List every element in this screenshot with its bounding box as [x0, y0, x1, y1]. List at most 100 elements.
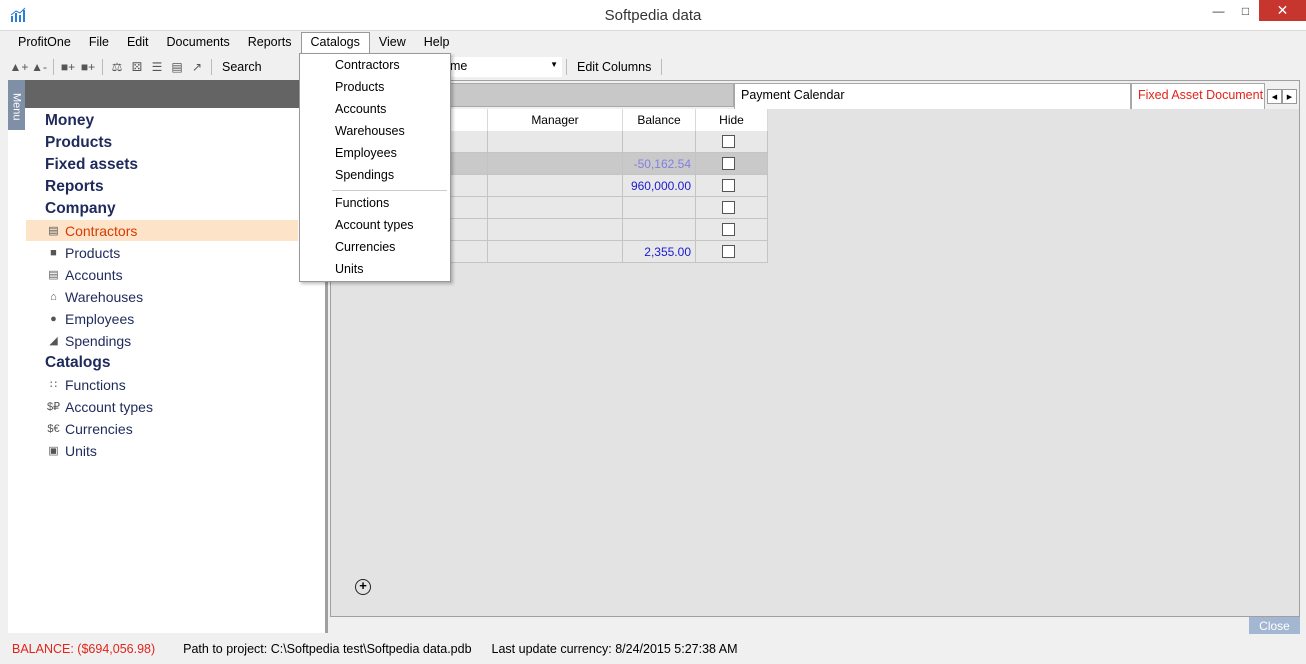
cell-hide [696, 153, 768, 175]
toolbar: ▲+ ▲- ■+ ■+ ⚖ ⚄ ☰ ▤ ↗ Search me ▼ Edit C… [9, 56, 1299, 78]
menu-bar: ProfitOne File Edit Documents Reports Ca… [9, 32, 458, 54]
dropdown-item-accounts[interactable]: Accounts [335, 102, 386, 116]
minimize-icon[interactable]: — [1205, 0, 1232, 21]
menu-catalogs[interactable]: Catalogs [300, 32, 370, 54]
dropdown-item-products[interactable]: Products [335, 80, 384, 94]
sidebar-item-warehouses[interactable]: ⌂ Warehouses [26, 286, 298, 307]
hide-checkbox[interactable] [722, 245, 735, 258]
add-group-icon[interactable]: ■+ [58, 58, 78, 76]
add-subgroup-icon[interactable]: ■+ [78, 58, 98, 76]
nav-group-company[interactable]: Company [45, 200, 116, 218]
dropdown-item-units[interactable]: Units [335, 262, 363, 276]
edit-columns-group: Edit Columns [562, 56, 666, 78]
tab-scroll-right-icon[interactable]: ▶ [1282, 89, 1297, 104]
sidebar-menu-tab[interactable]: Menu [8, 80, 25, 130]
spendings-icon: ◢ [49, 335, 58, 347]
sidebar-item-account-types[interactable]: $₽ Account types [26, 396, 298, 417]
status-last-update: Last update currency: 8/24/2015 5:27:38 … [491, 642, 738, 656]
hide-checkbox[interactable] [722, 157, 735, 170]
cell-manager [488, 175, 623, 197]
sidebar-item-accounts[interactable]: ▤ Accounts [26, 264, 298, 285]
sidebar-item-label: Contractors [65, 222, 138, 239]
menu-help[interactable]: Help [415, 32, 459, 54]
dice-icon[interactable]: ⚄ [127, 58, 147, 76]
menu-documents[interactable]: Documents [158, 32, 239, 54]
add-circle-icon[interactable]: + [355, 579, 371, 595]
window-title: Softpedia data [604, 7, 702, 24]
sidebar-item-spendings[interactable]: ◢ Spendings [26, 330, 298, 351]
contractors-icon: ▤ [48, 225, 59, 237]
nav-group-money[interactable]: Money [45, 112, 94, 130]
cell-manager [488, 241, 623, 263]
add-item-icon[interactable]: ▲+ [9, 58, 29, 76]
dropdown-item-account-types[interactable]: Account types [335, 218, 414, 232]
sidebar-item-products[interactable]: ■ Products [26, 242, 298, 263]
maximize-icon[interactable]: □ [1232, 0, 1259, 21]
cell-hide [696, 131, 768, 153]
dropdown-item-contractors[interactable]: Contractors [335, 58, 400, 72]
units-icon: ▣ [48, 445, 59, 457]
sidebar-header [25, 80, 325, 108]
nav-group-reports[interactable]: Reports [45, 178, 104, 196]
remove-item-icon[interactable]: ▲- [29, 58, 49, 76]
column-header-balance[interactable]: Balance [623, 109, 696, 131]
sidebar-item-label: Units [65, 442, 97, 459]
cell-hide [696, 175, 768, 197]
hide-checkbox[interactable] [722, 135, 735, 148]
sidebar-item-functions[interactable]: ∷ Functions [26, 374, 298, 395]
nav-group-fixed-assets[interactable]: Fixed assets [45, 156, 138, 174]
dropdown-item-employees[interactable]: Employees [335, 146, 397, 160]
menu-edit[interactable]: Edit [118, 32, 158, 54]
tab-payment-calendar[interactable]: Payment Calendar [734, 83, 1131, 109]
cell-hide [696, 197, 768, 219]
column-header-hide[interactable]: Hide [696, 109, 768, 131]
list-icon[interactable]: ☰ [147, 58, 167, 76]
sidebar-item-employees[interactable]: ● Employees [26, 308, 298, 329]
tab-fixed-asset-document[interactable]: Fixed Asset Document [1131, 83, 1265, 109]
tab-scroll: ◀ ▶ [1267, 89, 1297, 104]
nav-group-catalogs[interactable]: Catalogs [45, 354, 110, 372]
column-select[interactable]: me ▼ [446, 57, 562, 77]
close-button[interactable]: Close [1249, 617, 1300, 634]
sidebar-item-label: Products [65, 244, 121, 261]
menu-view[interactable]: View [370, 32, 415, 54]
sidebar-item-label: Account types [65, 398, 153, 415]
stacked-icon[interactable]: ▤ [167, 58, 187, 76]
sidebar-item-currencies[interactable]: $€ Currencies [26, 418, 298, 439]
dropdown-item-functions[interactable]: Functions [335, 196, 389, 210]
employee-icon: ● [50, 312, 57, 325]
account-types-icon: $₽ [46, 401, 61, 413]
sidebar-item-label: Spendings [65, 332, 132, 349]
products-icon: ■ [50, 246, 57, 259]
dropdown-item-spendings[interactable]: Spendings [335, 168, 394, 182]
status-path: Path to project: C:\Softpedia test\Softp… [183, 642, 472, 656]
search-button[interactable]: Search [216, 60, 268, 74]
menu-reports[interactable]: Reports [239, 32, 301, 54]
hide-checkbox[interactable] [722, 201, 735, 214]
currencies-icon: $€ [47, 422, 60, 435]
toolbar-separator [566, 59, 567, 75]
dropdown-item-warehouses[interactable]: Warehouses [335, 124, 405, 138]
nav-group-products[interactable]: Products [45, 134, 112, 152]
title-bar: Softpedia data — □ ✕ [0, 0, 1306, 31]
dropdown-item-currencies[interactable]: Currencies [335, 240, 395, 254]
balance-scale-icon[interactable]: ⚖ [107, 58, 127, 76]
main-content: Payment Calendar Fixed Asset Document ◀ … [330, 80, 1300, 617]
edit-columns-button[interactable]: Edit Columns [571, 60, 657, 74]
tab-scroll-left-icon[interactable]: ◀ [1267, 89, 1282, 104]
cell-manager [488, 219, 623, 241]
menu-file[interactable]: File [80, 32, 118, 54]
sidebar: Menu Money Products Fixed assets Reports… [8, 80, 328, 633]
hide-checkbox[interactable] [722, 223, 735, 236]
line-chart-icon[interactable]: ↗ [187, 58, 207, 76]
sidebar-item-contractors[interactable]: ▤ Contractors [26, 220, 298, 241]
menu-profitone[interactable]: ProfitOne [9, 32, 80, 54]
column-header-manager[interactable]: Manager [488, 109, 623, 131]
functions-icon: ∷ [50, 379, 57, 391]
hide-checkbox[interactable] [722, 179, 735, 192]
toolbar-separator [211, 59, 212, 75]
cell-manager [488, 153, 623, 175]
chevron-down-icon: ▼ [550, 60, 558, 69]
sidebar-item-units[interactable]: ▣ Units [26, 440, 298, 461]
close-window-icon[interactable]: ✕ [1259, 0, 1306, 21]
